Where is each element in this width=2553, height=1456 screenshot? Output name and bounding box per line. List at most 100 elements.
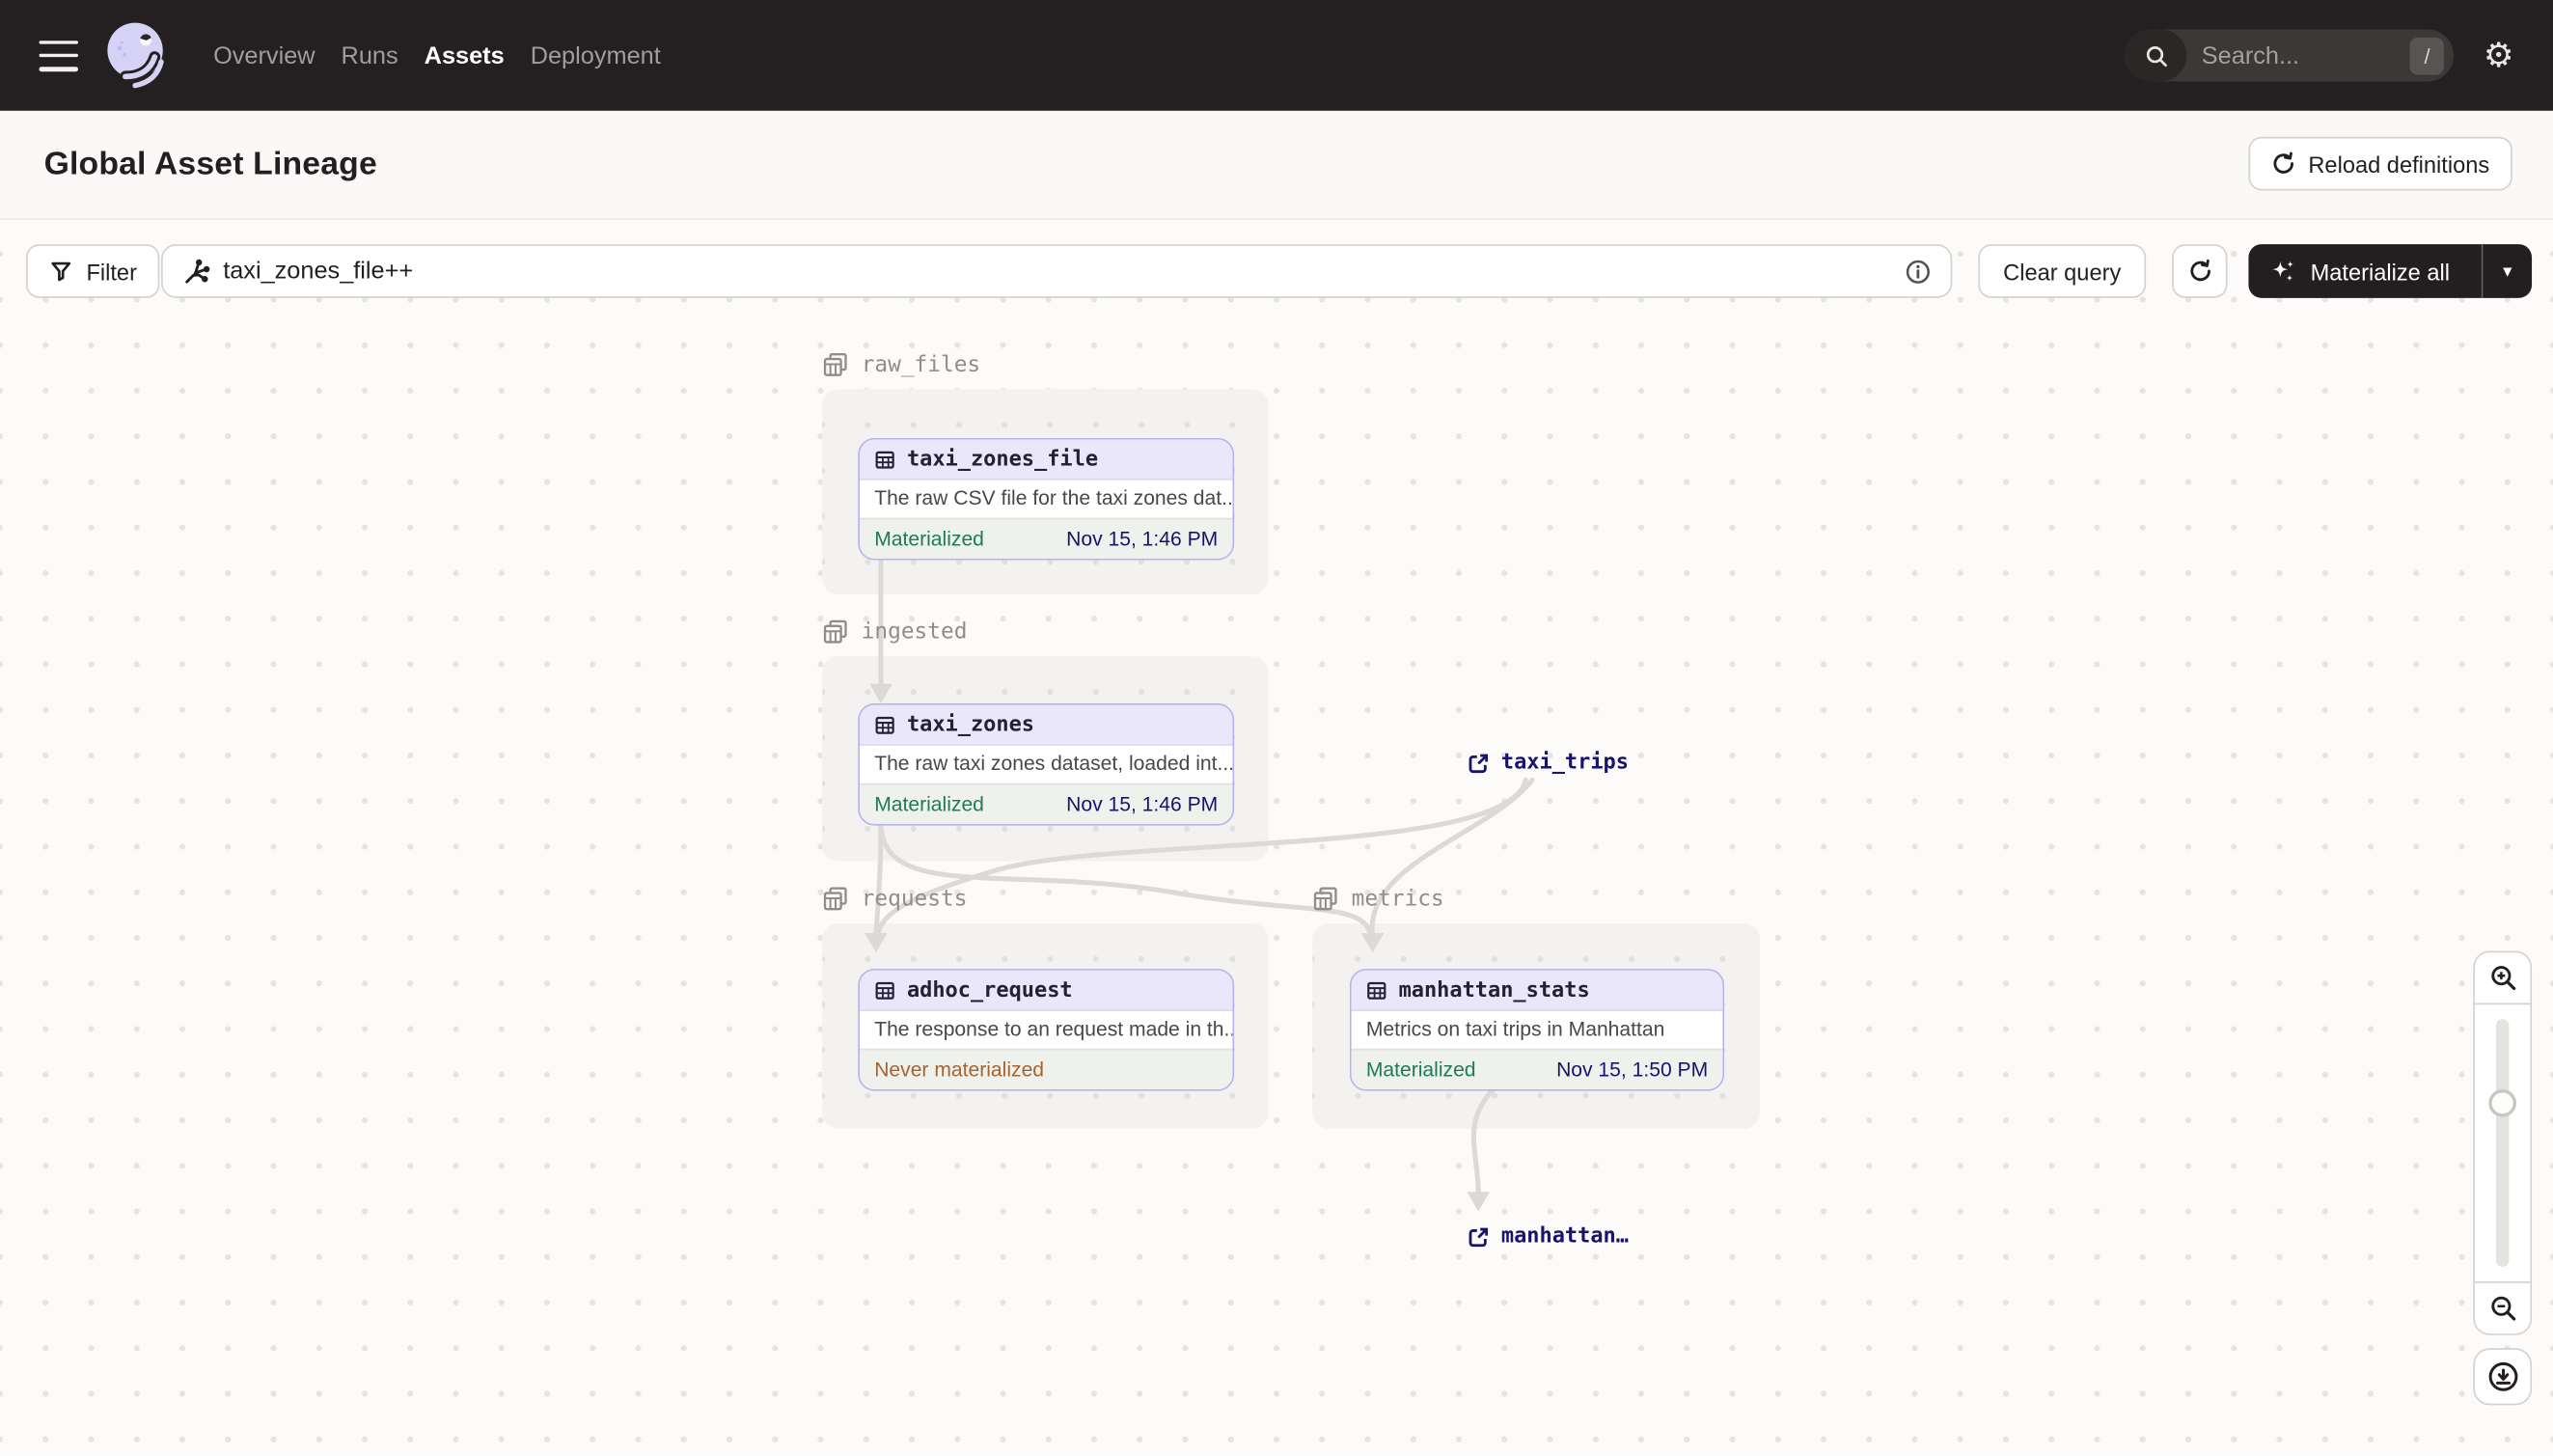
materialize-all-button[interactable]: Materialize all ▾ <box>2248 244 2533 298</box>
search-shortcut-badge: / <box>2409 36 2445 74</box>
group-label-ingested: ingested <box>822 618 967 645</box>
asset-node-header: taxi_zones_file <box>860 439 1233 481</box>
zoom-slider <box>2475 1004 2530 1281</box>
clear-query-label: Clear query <box>2003 258 2122 285</box>
zoom-out-button[interactable] <box>2475 1281 2531 1333</box>
download-image-button[interactable] <box>2473 1348 2533 1406</box>
filter-icon <box>51 261 71 282</box>
asset-name: taxi_zones_file <box>906 447 1099 472</box>
zoom-in-icon <box>2490 966 2515 991</box>
table-icon <box>875 716 894 733</box>
group-label-requests: requests <box>822 886 967 912</box>
refresh-icon <box>2189 259 2210 282</box>
page-title: Global Asset Lineage <box>43 146 377 182</box>
table-icon <box>1367 981 1386 999</box>
search-input[interactable]: Search... / <box>2125 29 2455 82</box>
sparkle-icon <box>2272 260 2294 281</box>
nav-item-runs[interactable]: Runs <box>342 35 398 75</box>
asset-node-taxi-zones[interactable]: taxi_zones The raw taxi zones dataset, l… <box>858 703 1235 826</box>
materialize-all-label: Materialize all <box>2310 258 2451 285</box>
zoom-out-icon <box>2490 1296 2515 1321</box>
status-badge: Materialized <box>874 527 984 551</box>
asset-status-bar: Materialized Nov 15, 1:50 PM <box>1351 1048 1723 1089</box>
arrowhead <box>1467 1192 1491 1212</box>
external-asset-manhattan[interactable]: manhattan… <box>1467 1224 1629 1249</box>
nav-links: Overview Runs Assets Deployment <box>213 35 661 75</box>
refresh-icon <box>2271 151 2295 176</box>
zoom-slider-thumb[interactable] <box>2488 1088 2517 1117</box>
asset-status-bar: Materialized Nov 15, 1:46 PM <box>860 517 1233 559</box>
external-asset-name: manhattan… <box>1500 1224 1629 1250</box>
status-badge: Materialized <box>1365 1058 1476 1082</box>
group-name: ingested <box>861 618 968 646</box>
zoom-slider-track[interactable] <box>2495 1019 2510 1267</box>
edge-taxi_zones-to-adhoc_request <box>873 819 884 939</box>
top-nav: Overview Runs Assets Deployment Search..… <box>0 0 2553 111</box>
query-value: taxi_zones_file++ <box>223 257 414 286</box>
lineage-query-icon <box>185 259 210 284</box>
group-label-metrics: metrics <box>1312 886 1444 912</box>
group-label-raw-files: raw_files <box>822 352 980 378</box>
group-tables-icon <box>823 619 847 644</box>
asset-description: The raw taxi zones dataset, loaded int..… <box>860 745 1233 783</box>
refresh-graph-button[interactable] <box>2172 244 2228 298</box>
dagster-logo-icon[interactable] <box>104 19 173 91</box>
asset-node-header: manhattan_stats <box>1351 970 1723 1011</box>
arrowhead <box>865 932 888 953</box>
nav-item-deployment[interactable]: Deployment <box>531 35 661 75</box>
asset-node-header: adhoc_request <box>860 970 1233 1011</box>
asset-status-bar: Materialized Nov 15, 1:46 PM <box>860 783 1233 824</box>
external-link-icon <box>1469 753 1489 773</box>
lineage-canvas[interactable]: raw_files ingested requests metrics taxi… <box>0 218 2553 1456</box>
asset-name: adhoc_request <box>906 977 1073 1003</box>
group-name: metrics <box>1351 886 1444 912</box>
materialization-timestamp[interactable]: Nov 15, 1:46 PM <box>1066 528 1218 551</box>
external-asset-taxi-trips[interactable]: taxi_trips <box>1467 751 1629 775</box>
asset-node-manhattan-stats[interactable]: manhattan_stats Metrics on taxi trips in… <box>1349 969 1725 1091</box>
group-tables-icon <box>823 887 847 911</box>
asset-node-adhoc-request[interactable]: adhoc_request The response to an request… <box>858 969 1235 1091</box>
external-link-icon <box>1469 1226 1489 1247</box>
asset-status-bar: Never materialized <box>860 1048 1233 1089</box>
asset-node-taxi-zones-file[interactable]: taxi_zones_file The raw CSV file for the… <box>858 437 1235 561</box>
edge-taxi_trips-to-manhattan_stats <box>1369 777 1535 939</box>
table-icon <box>875 981 894 999</box>
filter-label: Filter <box>86 258 137 285</box>
dagster-app: Overview Runs Assets Deployment Search..… <box>0 0 2553 1456</box>
page-header: Global Asset Lineage Reload definitions <box>0 110 2553 220</box>
asset-name: manhattan_stats <box>1398 977 1590 1003</box>
zoom-panel <box>2473 950 2533 1335</box>
caret-down-icon: ▾ <box>2503 261 2512 282</box>
external-asset-name: taxi_trips <box>1500 750 1629 776</box>
search-icon <box>2125 29 2187 82</box>
asset-query-input[interactable]: taxi_zones_file++ <box>161 244 1953 298</box>
reload-definitions-label: Reload definitions <box>2308 151 2490 178</box>
nav-item-overview[interactable]: Overview <box>213 35 315 75</box>
group-tables-icon <box>1313 887 1337 911</box>
menu-icon[interactable] <box>39 40 78 71</box>
clear-query-button[interactable]: Clear query <box>1978 244 2147 298</box>
materialize-all-main[interactable]: Materialize all <box>2248 244 2481 298</box>
arrowhead <box>1360 932 1385 953</box>
asset-description: Metrics on taxi trips in Manhattan <box>1351 1010 1723 1049</box>
arrowhead <box>869 683 892 703</box>
lineage-edges <box>865 554 1535 1212</box>
materialize-dropdown-caret[interactable]: ▾ <box>2481 244 2532 298</box>
filter-button[interactable]: Filter <box>26 244 160 298</box>
asset-node-header: taxi_zones <box>860 704 1233 746</box>
info-icon[interactable] <box>1905 258 1931 284</box>
gear-icon[interactable]: ⚙ <box>2484 38 2514 72</box>
materialization-timestamp[interactable]: Nov 15, 1:46 PM <box>1066 793 1218 816</box>
status-badge: Materialized <box>874 792 984 816</box>
materialization-timestamp[interactable]: Nov 15, 1:50 PM <box>1556 1058 1708 1082</box>
edge-manhattan_stats-to-manhattan_map <box>1470 1085 1497 1196</box>
nav-item-assets[interactable]: Assets <box>425 35 505 75</box>
asset-description: The response to an request made in th... <box>860 1010 1233 1049</box>
zoom-in-button[interactable] <box>2475 952 2531 1005</box>
download-icon <box>2487 1361 2517 1391</box>
asset-description: The raw CSV file for the taxi zones dat.… <box>860 480 1233 518</box>
reload-definitions-button[interactable]: Reload definitions <box>2247 136 2512 191</box>
group-tables-icon <box>823 353 847 376</box>
status-badge: Never materialized <box>874 1058 1045 1082</box>
nav-right: Search... / ⚙ <box>2125 29 2514 82</box>
